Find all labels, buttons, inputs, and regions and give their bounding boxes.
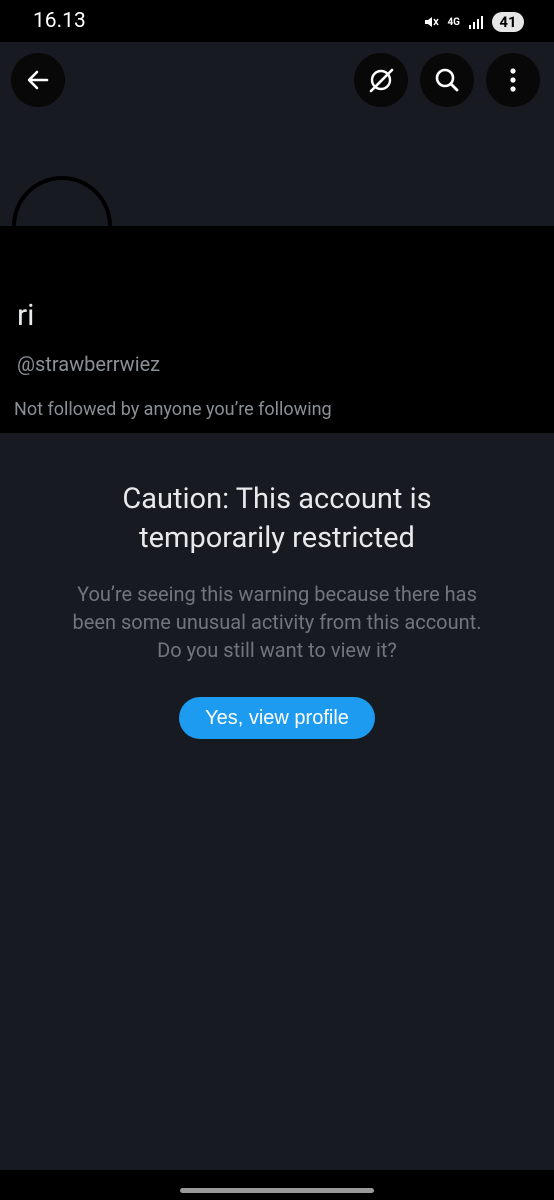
grok-icon [369,68,394,93]
more-options-button[interactable] [486,53,540,107]
caution-title-line: temporarily restricted [139,521,415,555]
arrow-left-icon [27,70,49,90]
status-bar: 16.13 4G 41 [0,0,554,42]
home-indicator[interactable] [180,1188,374,1193]
profile-handle: @strawberrwiez [17,352,161,376]
battery-indicator: 41 [492,12,524,32]
display-name: ri [17,298,35,333]
caution-title: Caution: This account is temporarily res… [0,480,554,558]
view-profile-button[interactable]: Yes, view profile [179,697,375,739]
app-screen: 16.13 4G 41 ri @strawberrwiez Not follow… [0,0,554,1200]
grok-button[interactable] [354,53,408,107]
caution-title-line: Caution: This account is [122,482,432,516]
followers-you-know-note: Not followed by anyone you’re following [14,399,332,420]
caution-message-line: been some unusual activity from this acc… [72,610,482,634]
caution-message-line: You’re seeing this warning because there… [77,582,477,606]
caution-message-line: Do you still want to view it? [157,638,397,662]
system-navigation-bar [0,1170,554,1200]
network-label: 4G [447,16,460,28]
caution-message: You’re seeing this warning because there… [40,580,514,664]
status-icons: 4G 41 [423,12,524,32]
more-vertical-icon [510,68,516,92]
status-time: 16.13 [33,9,86,33]
back-button[interactable] [11,53,65,107]
signal-icon [469,16,483,29]
avatar[interactable] [12,176,112,276]
search-button[interactable] [420,53,474,107]
mute-icon [425,17,440,27]
search-icon [435,68,459,92]
